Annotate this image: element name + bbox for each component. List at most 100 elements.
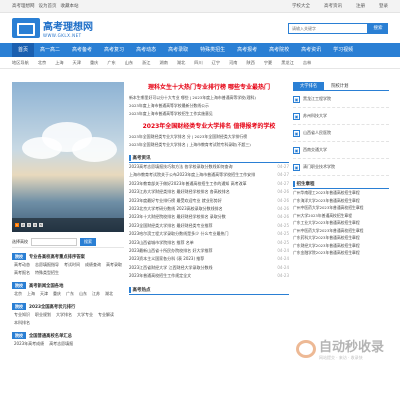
section-link[interactable]: 上海	[27, 290, 35, 298]
nav-item[interactable]: 高考院校	[263, 43, 295, 57]
nav-home[interactable]: 首页	[12, 43, 35, 57]
section-link[interactable]: 专业解读	[98, 311, 114, 319]
section-link[interactable]: 高考报名	[14, 269, 30, 277]
admission-rules-title[interactable]: 招生章程	[297, 181, 315, 187]
section-link[interactable]: 北京	[14, 290, 22, 298]
region-link[interactable]: 宁夏	[264, 60, 272, 66]
section-link[interactable]: 湖北	[105, 290, 113, 298]
list-item[interactable]: 广州大学2023年普通高校招生章程	[293, 212, 389, 220]
section-link[interactable]: 2023年高考成绩	[14, 340, 44, 348]
list-item[interactable]: 广州中医药大学2023年普通高校招生章程	[293, 227, 389, 235]
section-link[interactable]: 广东	[66, 290, 74, 298]
list-item[interactable]: ▣ 清门职业技术学院	[293, 159, 389, 176]
list-item[interactable]: ▣ 黑龙江工程学院	[293, 91, 389, 108]
list-item[interactable]: 2023年教育部关于做好2023年普通高校招生工作的通知 高考改革 04-27	[129, 180, 289, 188]
nav-item[interactable]: 特殊类招生	[194, 43, 231, 57]
list-item[interactable]: 2023高考志愿填报技巧和方法 各学校录取分数线如何查询 04-27	[129, 163, 289, 171]
section-link[interactable]: 高考动态	[14, 261, 30, 269]
nav-item[interactable]: 高考报考	[231, 43, 263, 57]
nav-item[interactable]: 高考复习	[98, 43, 130, 57]
headline-link[interactable]: 理科女生十大热门专业排行榜 哪些专业最热门	[129, 82, 289, 94]
banner-dot[interactable]: 5	[39, 223, 43, 227]
list-item[interactable]: 上海市教育考试院关于公布2023年度上海市普通高等学校招生工作安排 04-27	[129, 171, 289, 179]
nav-item[interactable]: 高考录取	[162, 43, 194, 57]
list-item[interactable]: 广东财经大学2023年普通高校招生章程	[293, 242, 389, 250]
region-link[interactable]: 重庆	[90, 60, 98, 66]
tab-plan[interactable]: 院校计划	[324, 82, 355, 90]
headline-sublink[interactable]: 2023年度上海市普通高等学校最新分数线公示	[129, 102, 289, 110]
section-link[interactable]: 大学专业	[77, 311, 93, 319]
banner-dot[interactable]: 1	[15, 223, 19, 227]
section-link[interactable]: 本科排名	[14, 319, 30, 327]
section-title[interactable]: 2023全国高考状元排行	[29, 304, 75, 310]
list-item[interactable]: 2023最新山西省十所民办院校排名 好大学推荐 04-24	[129, 247, 289, 255]
nav-item[interactable]: 高考备考	[66, 43, 98, 57]
section-link[interactable]: 职业规划	[35, 311, 51, 319]
section-title[interactable]: 全国普通高校名单汇总	[29, 333, 72, 339]
list-item[interactable]: 广州中医药大学2023年普通高校招生章程	[293, 204, 389, 212]
list-item[interactable]: ▣ 西南交通大学	[293, 142, 389, 159]
list-item[interactable]: 2023江西省财经大学 江西财经大学录取分数线 04-24	[129, 264, 289, 272]
news-section-title[interactable]: 高考资讯	[133, 155, 151, 161]
list-item[interactable]: 广东药科大学2023年普通高校招生章程	[293, 234, 389, 242]
section-link[interactable]: 特殊类型招生	[35, 269, 59, 277]
region-link[interactable]: 黑龙江	[281, 60, 294, 66]
section-title[interactable]: 高考新闻全国各地	[29, 283, 63, 289]
school-search-input[interactable]	[31, 237, 77, 246]
region-link[interactable]: 四川	[194, 60, 202, 66]
bookmark-link[interactable]: 收藏本站	[61, 3, 79, 9]
search-button[interactable]: 搜索	[368, 22, 388, 34]
section-link[interactable]: 考试时间	[64, 261, 80, 269]
list-item[interactable]: 广州华南理工2023年普通高校招生章程	[293, 189, 389, 197]
list-item[interactable]: 2023资本主义国家各分科 (表 2023) 推荐 04-24	[129, 255, 289, 263]
site-logo[interactable]: 高考理想网 WWW.GKLX.NET	[12, 18, 93, 38]
banner-dot[interactable]: 2	[21, 223, 25, 227]
section-link[interactable]: 天津	[40, 290, 48, 298]
region-link[interactable]: 广东	[107, 60, 115, 66]
region-link[interactable]: 辽宁	[212, 60, 220, 66]
region-link[interactable]: 山东	[125, 60, 133, 66]
section-link[interactable]: 大学排名	[56, 311, 72, 319]
section-link[interactable]: 成绩查询	[85, 261, 101, 269]
list-item[interactable]: ▣ 苏州科技大学	[293, 108, 389, 125]
banner-dot[interactable]: 3	[27, 223, 31, 227]
region-link[interactable]: 天津	[73, 60, 81, 66]
section-link[interactable]: 高考志愿填报	[49, 340, 73, 348]
list-item[interactable]: 广东海洋大学2023年普通高校招生章程	[293, 197, 389, 205]
region-link[interactable]: 浙江	[142, 60, 150, 66]
banner-dot[interactable]: 4	[33, 223, 37, 227]
region-link[interactable]: 湖北	[177, 60, 185, 66]
list-item[interactable]: 2023全国财经类大学排名 最好财经类专业推荐 04-25	[129, 222, 289, 230]
list-item[interactable]: 广东工业大学2023年普通高校招生章程	[293, 219, 389, 227]
banner-image[interactable]: 1 2 3 4 5	[12, 82, 124, 232]
nav-item[interactable]: 高一高二	[34, 43, 66, 57]
tab-ranking[interactable]: 大学排名	[293, 82, 325, 90]
section-link[interactable]: 专业知识	[14, 311, 30, 319]
region-link[interactable]: 北京	[38, 60, 46, 66]
list-item[interactable]: 2023江苏大学财经类排名 最好财经学校排名 各高校排名 04-26	[129, 188, 289, 196]
headline-sublink[interactable]: 2023年度上海市普通高等学校招生工作实施意见	[129, 110, 289, 118]
school-search-button[interactable]: 搜索	[80, 237, 96, 246]
nav-item[interactable]: 高考动态	[130, 43, 162, 57]
region-link[interactable]: 上海	[55, 60, 63, 66]
list-item[interactable]: 广东金融学院2023年普通高校招生章程	[293, 249, 389, 257]
nav-item[interactable]: 学习视频	[327, 43, 359, 57]
list-item[interactable]: ▣ 山西省人民医院	[293, 125, 389, 142]
schools-link[interactable]: 学校大全	[292, 3, 310, 9]
site-name-link[interactable]: 高考理想网	[12, 3, 35, 9]
list-item[interactable]: 2023年普通高校招生工作规定全文 04-23	[129, 272, 289, 280]
region-link[interactable]: 吉林	[303, 60, 311, 66]
list-item[interactable]: 2023年度最好专业排行榜 最受欢迎专业 就业形势好 04-26	[129, 197, 289, 205]
region-link[interactable]: 陕西	[246, 60, 254, 66]
list-item[interactable]: 2023北京大学考研分数线 2023高校录取分数线排名 04-26	[129, 205, 289, 213]
section-link[interactable]: 江苏	[92, 290, 100, 298]
headline-sublink[interactable]: 新本生哪里好可以分十大专业 哪些 | 2023年度上海市普通高等学校(理科)	[129, 94, 289, 102]
region-link[interactable]: 河南	[229, 60, 237, 66]
register-link[interactable]: 注册	[356, 3, 365, 9]
section-link[interactable]: 山东	[79, 290, 87, 298]
news-link[interactable]: 高考资讯	[324, 3, 342, 9]
section-link[interactable]: 重庆	[53, 290, 61, 298]
section-link[interactable]: 高考录取	[106, 261, 122, 269]
hot-section-title[interactable]: 高考热点	[133, 287, 151, 293]
headline-sublink[interactable]: 2023年全国财经类专业大学排名 | 上海市教育考试院专科录取(不超三)	[129, 141, 289, 149]
